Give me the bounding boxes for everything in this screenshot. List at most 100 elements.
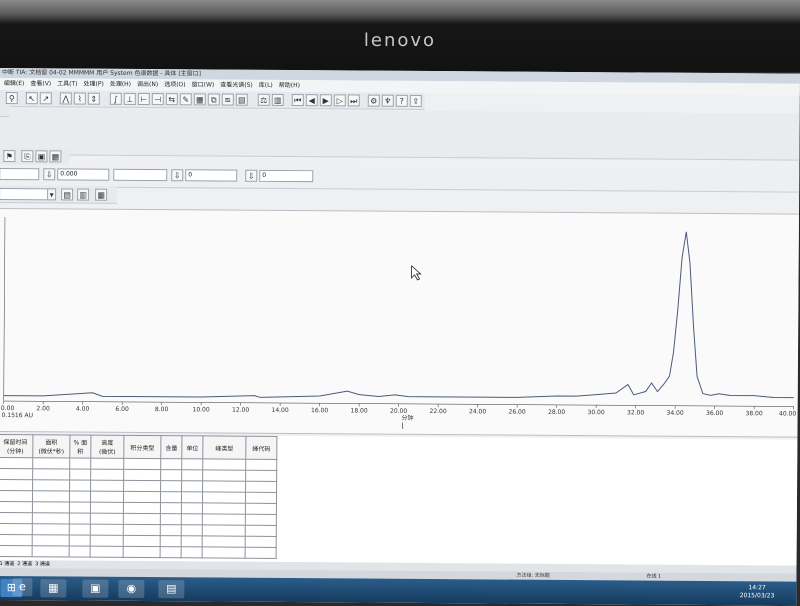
table-cell[interactable] <box>160 503 181 514</box>
table-cell[interactable] <box>202 547 245 558</box>
table-cell[interactable] <box>202 514 245 525</box>
table-cell[interactable] <box>33 469 70 480</box>
baseline-icon[interactable]: ⌇ <box>74 93 86 105</box>
report-icon[interactable]: ▥ <box>272 94 284 106</box>
table-cell[interactable] <box>123 546 160 557</box>
spectrum-icon[interactable]: ≋ <box>222 94 234 106</box>
param-field-2[interactable] <box>113 169 167 181</box>
table-cell[interactable] <box>160 525 181 536</box>
table-cell[interactable] <box>32 535 69 546</box>
table-cell[interactable] <box>0 523 32 534</box>
marker-icon[interactable]: ⊣ <box>152 93 164 105</box>
scroll-marker-icon[interactable]: ⌊ <box>401 422 404 430</box>
table-cell[interactable] <box>181 536 202 547</box>
tune-icon[interactable]: ♆ <box>382 95 394 107</box>
table-cell[interactable] <box>182 481 203 492</box>
table-cell[interactable] <box>245 547 276 558</box>
table-cell[interactable] <box>70 480 91 491</box>
first-icon[interactable]: ⏮ <box>292 94 304 106</box>
table-header-cell[interactable]: % 面积 <box>70 435 91 458</box>
menu-item-2[interactable]: 工具(T) <box>57 80 77 87</box>
table-cell[interactable] <box>90 491 123 502</box>
table-cell[interactable] <box>181 514 202 525</box>
table-row[interactable] <box>0 545 276 558</box>
table-cell[interactable] <box>0 479 33 490</box>
table-header-cell[interactable]: 峰代码 <box>246 436 277 459</box>
param-value-2[interactable]: 0 <box>185 169 237 181</box>
table-cell[interactable] <box>160 492 181 503</box>
chromatogram-panel[interactable]: 0.002.004.006.008.0010.0012.0014.0016.00… <box>0 208 799 438</box>
table-cell[interactable] <box>245 536 276 547</box>
table-cell[interactable] <box>70 469 91 480</box>
table-cell[interactable] <box>124 458 161 469</box>
shift-icon[interactable]: ⇆ <box>166 93 178 105</box>
export-icon[interactable]: ⇪ <box>410 95 422 107</box>
table-cell[interactable] <box>181 525 202 536</box>
table-cell[interactable] <box>33 480 70 491</box>
paste-icon[interactable]: ▣ <box>35 150 47 162</box>
grid-icon[interactable]: ▦ <box>194 93 206 105</box>
table-cell[interactable] <box>246 459 277 470</box>
flag-icon[interactable]: ⚑ <box>3 150 15 162</box>
calibrate-icon[interactable]: ⚖ <box>258 94 270 106</box>
table-cell[interactable] <box>91 469 124 480</box>
menu-item-4[interactable]: 处理(H) <box>110 81 131 88</box>
chromatogram-chart[interactable] <box>0 209 799 437</box>
app-icon-1[interactable]: ▣ <box>82 580 108 598</box>
table-cell[interactable] <box>202 525 245 536</box>
menu-item-7[interactable]: 窗口(W) <box>192 81 215 88</box>
table-cell[interactable] <box>0 534 32 545</box>
view-icon-2[interactable]: ▥ <box>77 189 89 201</box>
lock-icon[interactable]: ⇩ <box>43 168 55 180</box>
channel-tab-2[interactable]: 3 通道 <box>35 561 50 567</box>
table-header-cell[interactable]: 含量 <box>161 436 182 459</box>
table-cell[interactable] <box>203 459 246 470</box>
table-cell[interactable] <box>90 546 123 557</box>
table-cell[interactable] <box>246 470 277 481</box>
pointer-icon[interactable]: ↗ <box>40 92 52 104</box>
menu-item-5[interactable]: 调出(N) <box>137 81 158 88</box>
next-icon[interactable]: ▷ <box>334 94 346 106</box>
table-cell[interactable] <box>124 469 161 480</box>
param-field-1[interactable] <box>0 168 39 180</box>
table-cell[interactable] <box>69 524 90 535</box>
table-cell[interactable] <box>32 546 69 557</box>
table-cell[interactable] <box>32 513 69 524</box>
last-icon[interactable]: ⏭ <box>348 94 360 106</box>
help-icon[interactable]: ? <box>396 95 408 107</box>
split-icon[interactable]: ⟂ <box>124 93 136 105</box>
table-cell[interactable] <box>181 492 202 503</box>
table-cell[interactable] <box>160 547 181 558</box>
table-cell[interactable] <box>123 535 160 546</box>
table-cell[interactable] <box>181 503 202 514</box>
table-icon[interactable]: ▦ <box>49 150 61 162</box>
table-cell[interactable] <box>202 536 245 547</box>
table-cell[interactable] <box>123 502 160 513</box>
play-icon[interactable]: ▶ <box>320 94 332 106</box>
table-cell[interactable] <box>182 459 203 470</box>
overlay-icon[interactable]: ⧉ <box>208 93 220 105</box>
cursor-icon[interactable]: ↖ <box>26 92 38 104</box>
table-cell[interactable] <box>160 536 181 547</box>
table-cell[interactable] <box>69 502 90 513</box>
table-cell[interactable] <box>91 480 124 491</box>
table-header-cell[interactable]: 积分类型 <box>124 435 161 458</box>
settings-icon[interactable]: ⚙ <box>368 95 380 107</box>
table-header-cell[interactable]: 峰类型 <box>203 436 246 459</box>
table-cell[interactable] <box>123 491 160 502</box>
merge-icon[interactable]: ⊢ <box>138 93 150 105</box>
table-cell[interactable] <box>90 513 123 524</box>
table-cell[interactable] <box>161 459 182 470</box>
menu-item-9[interactable]: 库(L) <box>259 82 273 89</box>
table-cell[interactable] <box>202 492 245 503</box>
table-cell[interactable] <box>91 458 124 469</box>
table-cell[interactable] <box>203 481 246 492</box>
table-cell[interactable] <box>33 458 70 469</box>
copy-icon[interactable]: ⎘ <box>21 150 33 162</box>
table-header-cell[interactable]: 高度 (微伏) <box>91 435 124 458</box>
lock-icon-3[interactable]: ⇩ <box>245 170 257 182</box>
param-value-3[interactable]: 0 <box>259 170 313 182</box>
table-cell[interactable] <box>181 547 202 558</box>
param-value-1[interactable]: 0.000 <box>57 168 109 180</box>
table-cell[interactable] <box>161 481 182 492</box>
